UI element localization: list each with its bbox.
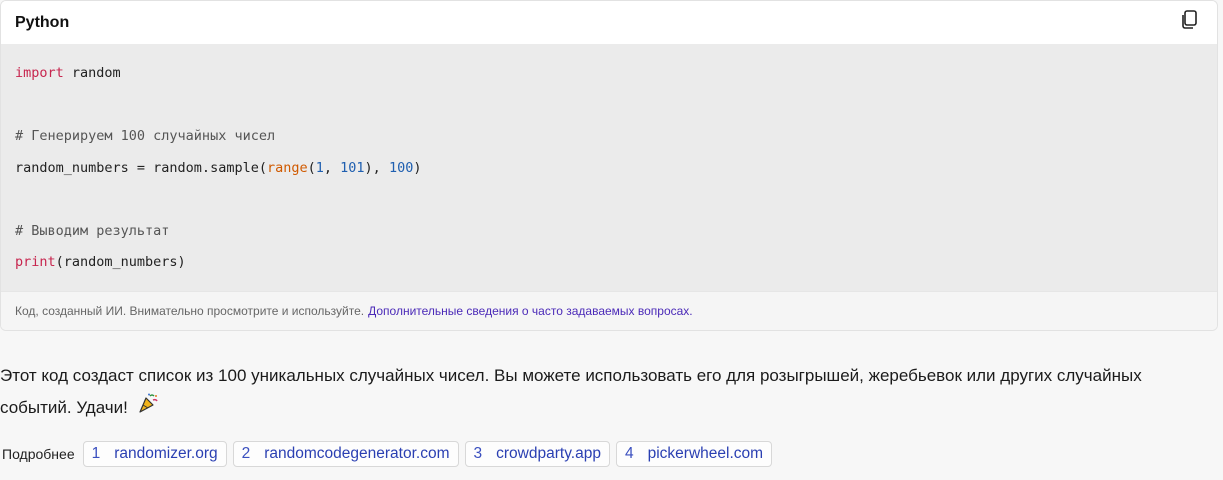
copy-code-button[interactable]	[1177, 10, 1201, 35]
source-chip-3[interactable]: 3 crowdparty.app	[464, 441, 610, 467]
code-text: )	[413, 160, 422, 176]
source-label: pickerwheel.com	[647, 445, 764, 462]
copy-icon	[1180, 10, 1198, 35]
source-chip-2[interactable]: 2 randomcodegenerator.com	[232, 441, 459, 467]
source-label: randomizer.org	[114, 445, 218, 462]
sources-label: Подробнее	[2, 446, 75, 462]
sources-row: Подробнее 1 randomizer.org 2 randomcodeg…	[2, 441, 773, 467]
code-footer: Код, созданный ИИ. Внимательно просмотри…	[1, 291, 1217, 330]
source-label: randomcodegenerator.com	[264, 445, 450, 462]
code-number: 1	[315, 160, 324, 176]
source-index: 3	[473, 445, 483, 462]
code-line-5: print(random_numbers)	[15, 254, 186, 270]
code-text: (	[307, 160, 316, 176]
code-line-3: random_numbers = random.sample(range(1, …	[15, 160, 421, 176]
code-text: ),	[364, 160, 389, 176]
code-builtin: print	[15, 254, 56, 270]
party-popper-icon	[137, 392, 159, 425]
faq-link[interactable]: Дополнительные сведения о часто задаваем…	[368, 304, 693, 318]
code-header: Python	[1, 1, 1217, 44]
code-builtin: range	[266, 160, 308, 176]
source-index: 2	[241, 445, 251, 462]
code-comment: # Выводим результат	[15, 223, 170, 239]
code-body: import random # Генерируем 100 случайных…	[1, 44, 1217, 291]
answer-paragraph: Этот код создаст список из 100 уникальны…	[0, 360, 1210, 425]
code-text: ,	[323, 160, 341, 176]
code-line-4: # Выводим результат	[15, 223, 169, 239]
code-line-2: # Генерируем 100 случайных чисел	[15, 128, 275, 144]
code-language-label: Python	[15, 13, 70, 31]
code-line-1: import random	[15, 65, 121, 81]
code-number: 100	[388, 160, 414, 176]
code-keyword: import	[15, 65, 64, 81]
code-number: 101	[340, 160, 365, 176]
code-comment: # Генерируем 100 случайных чисел	[15, 128, 276, 144]
ai-disclaimer-text: Код, созданный ИИ. Внимательно просмотри…	[15, 304, 365, 318]
code-text: random_numbers = random.sample(	[15, 160, 267, 176]
code-text: (random_numbers)	[55, 254, 186, 270]
source-index: 1	[91, 445, 101, 462]
source-chip-1[interactable]: 1 randomizer.org	[82, 441, 227, 467]
source-label: crowdparty.app	[496, 445, 601, 462]
code-block: Python import random # Генерируем 100 сл…	[0, 0, 1218, 331]
source-chip-4[interactable]: 4 pickerwheel.com	[615, 441, 773, 467]
source-index: 4	[624, 445, 634, 462]
answer-text: Этот код создаст список из 100 уникальны…	[0, 366, 1142, 417]
code-text: random	[63, 65, 121, 81]
